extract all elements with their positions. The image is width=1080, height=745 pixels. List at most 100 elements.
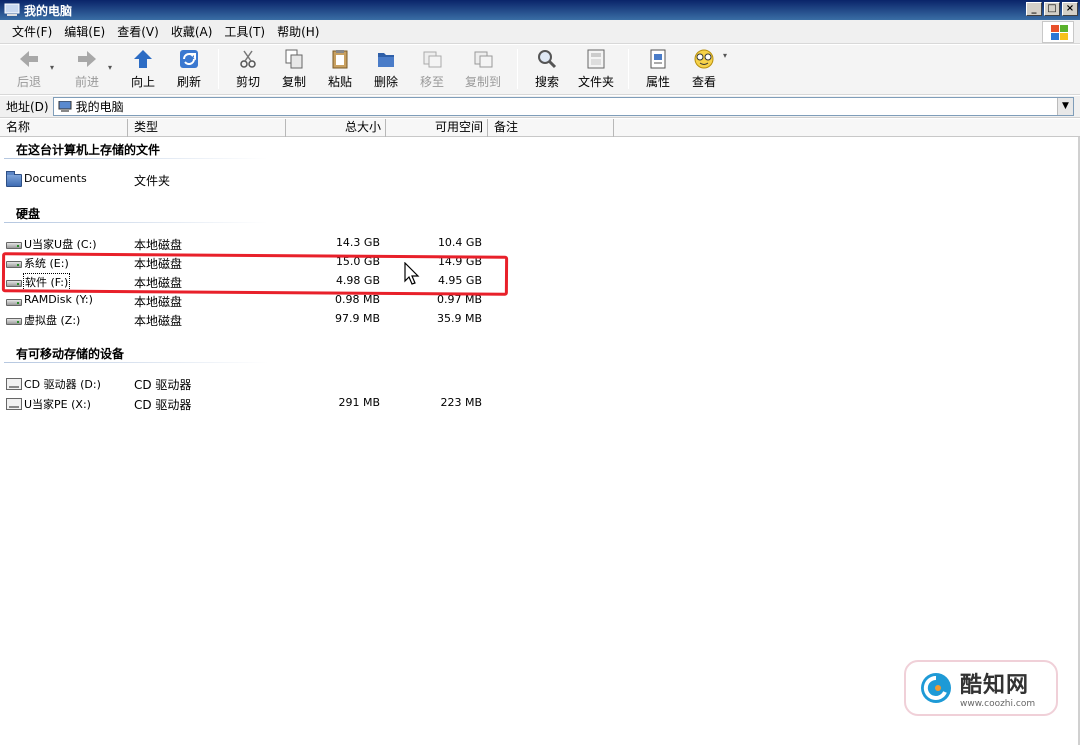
refresh-button[interactable]: 刷新 [166, 45, 212, 90]
item-name: U当家PE (X:) [24, 398, 91, 411]
title-bar: 我的电脑 _ □ × [0, 0, 1080, 20]
restore-button[interactable]: □ [1044, 2, 1060, 16]
item-name: 虚拟盘 (Z:) [24, 314, 81, 327]
address-input[interactable]: 我的电脑 ▼ [52, 97, 1074, 116]
column-header-total[interactable]: 总大小 [286, 119, 386, 137]
delete-label: 删除 [373, 75, 398, 89]
toolbar-separator [628, 49, 629, 89]
watermark-url: www.coozhi.com [960, 699, 1036, 709]
copy-to-button[interactable]: 复制到 [455, 45, 511, 90]
menu-help[interactable]: 帮助(H) [271, 23, 325, 40]
address-value: 我的电脑 [75, 100, 124, 114]
chevron-down-icon[interactable]: ▾ [108, 63, 112, 72]
close-button[interactable]: × [1062, 2, 1078, 16]
toolbar-separator [517, 49, 518, 89]
group-divider [4, 362, 268, 363]
menu-tools[interactable]: 工具(T) [218, 23, 271, 40]
group-divider [4, 222, 268, 223]
group-title-stored: 在这台计算机上存储的文件 [16, 143, 161, 157]
move-to-label: 移至 [419, 75, 444, 89]
address-bar: 地址(D) 我的电脑 ▼ [0, 96, 1080, 118]
red-highlight-box [1, 252, 509, 296]
group-title-hdd: 硬盘 [16, 207, 41, 221]
item-total-size: 0.98 MB [334, 293, 380, 306]
group-divider [4, 158, 268, 159]
cut-label: 剪切 [235, 75, 260, 89]
paste-label: 粘贴 [327, 75, 352, 89]
menu-file[interactable]: 文件(F) [6, 23, 58, 40]
group-title-removable: 有可移动存储的设备 [16, 347, 125, 361]
search-label: 搜索 [534, 75, 559, 89]
mouse-cursor-icon [404, 261, 420, 289]
column-headers: 名称 类型 总大小 可用空间 备注 [0, 119, 1080, 137]
item-type: 本地磁盘 [134, 295, 183, 309]
copy-button[interactable]: 复制 [271, 45, 317, 90]
item-type: CD 驱动器 [134, 378, 192, 392]
up-button[interactable]: 向上 [120, 45, 166, 90]
clipboard-icon [329, 49, 351, 69]
item-total-size: 14.3 GB [335, 236, 380, 249]
paste-button[interactable]: 粘贴 [317, 45, 363, 90]
chevron-down-icon[interactable]: ▼ [1057, 98, 1073, 115]
menu-bar: 文件(F) 编辑(E) 查看(V) 收藏(A) 工具(T) 帮助(H) [0, 20, 1080, 44]
cd-drive-icon [6, 397, 22, 411]
properties-icon [647, 49, 669, 69]
properties-button[interactable]: 属性 [635, 45, 681, 90]
move-to-button[interactable]: 移至 [409, 45, 455, 90]
list-item[interactable]: CD 驱动器 (D:) CD 驱动器 [0, 375, 1080, 393]
list-item[interactable]: Documents 文件夹 [0, 171, 1080, 189]
copy-icon [283, 49, 305, 69]
view-button[interactable]: 查看 ▾ [681, 45, 727, 90]
properties-label: 属性 [645, 75, 670, 89]
delete-icon [375, 49, 397, 69]
list-item[interactable]: U当家PE (X:) CD 驱动器 291 MB 223 MB [0, 395, 1080, 413]
my-computer-icon [4, 3, 20, 17]
forward-label: 前进 [74, 75, 99, 89]
list-item[interactable]: U当家U盘 (C:) 本地磁盘 14.3 GB 10.4 GB [0, 235, 1080, 253]
watermark: 酷知网 www.coozhi.com [904, 660, 1058, 716]
cut-button[interactable]: 剪切 [225, 45, 271, 90]
minimize-button[interactable]: _ [1026, 2, 1042, 16]
forward-button[interactable]: 前进 ▾ [64, 45, 112, 90]
search-button[interactable]: 搜索 [524, 45, 570, 90]
up-label: 向上 [130, 75, 155, 89]
column-header-type[interactable]: 类型 [128, 119, 286, 137]
item-type: 本地磁盘 [134, 314, 183, 328]
refresh-icon [178, 49, 200, 69]
item-type: 本地磁盘 [134, 238, 183, 252]
toolbar-separator [218, 49, 219, 89]
cd-drive-icon [6, 377, 22, 391]
search-icon [536, 49, 558, 69]
windows-logo-icon [1042, 21, 1074, 43]
item-name: U当家U盘 (C:) [24, 238, 97, 251]
copy-to-label: 复制到 [464, 75, 501, 89]
item-free-space: 223 MB [440, 396, 482, 409]
back-button[interactable]: 后退 ▾ [6, 45, 54, 90]
column-header-free[interactable]: 可用空间 [386, 119, 488, 137]
folders-label: 文件夹 [577, 75, 614, 89]
window-title: 我的电脑 [24, 3, 73, 18]
copy-to-icon [472, 49, 494, 69]
column-header-note[interactable]: 备注 [488, 119, 614, 137]
chevron-down-icon[interactable]: ▾ [723, 51, 727, 60]
refresh-label: 刷新 [176, 75, 201, 89]
delete-button[interactable]: 删除 [363, 45, 409, 90]
item-name: RAMDisk (Y:) [24, 293, 93, 306]
menu-view[interactable]: 查看(V) [111, 23, 165, 40]
back-arrow-icon [18, 49, 40, 69]
folders-button[interactable]: 文件夹 [570, 45, 622, 90]
view-icon [693, 49, 715, 69]
list-item[interactable]: 虚拟盘 (Z:) 本地磁盘 97.9 MB 35.9 MB [0, 311, 1080, 329]
menu-favorites[interactable]: 收藏(A) [165, 23, 219, 40]
column-header-name[interactable]: 名称 [0, 119, 128, 137]
hard-drive-icon [6, 313, 22, 327]
chevron-down-icon[interactable]: ▾ [50, 63, 54, 72]
scissors-icon [237, 49, 259, 69]
my-computer-icon [58, 100, 72, 113]
list-item[interactable]: RAMDisk (Y:) 本地磁盘 0.98 MB 0.97 MB [0, 292, 1080, 310]
back-label: 后退 [16, 75, 41, 89]
hard-drive-icon [6, 294, 22, 308]
address-label: 地址(D) [6, 100, 49, 114]
menu-edit[interactable]: 编辑(E) [58, 23, 111, 40]
hard-drive-icon [6, 237, 22, 251]
